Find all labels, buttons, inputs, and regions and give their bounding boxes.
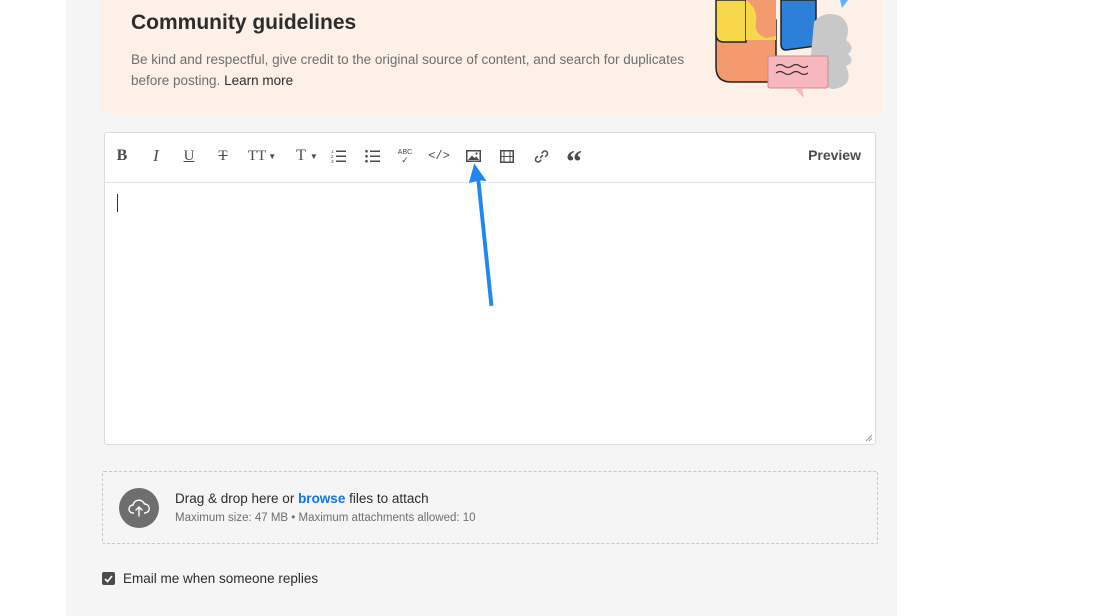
video-icon xyxy=(500,149,514,163)
community-guidelines-banner: Community guidelines Be kind and respect… xyxy=(101,0,882,113)
chevron-down-icon: ▼ xyxy=(268,151,277,161)
italic-button[interactable]: I xyxy=(147,143,165,169)
link-icon xyxy=(534,149,548,163)
numbered-list-icon: 123 xyxy=(331,149,346,163)
numbered-list-button[interactable]: 123 xyxy=(330,143,346,169)
editor-text-area[interactable] xyxy=(105,183,875,444)
quote-button[interactable]: “ xyxy=(564,143,584,177)
text-cursor xyxy=(117,194,118,212)
quote-icon: “ xyxy=(566,143,582,179)
text-format-button[interactable]: T ▼ xyxy=(291,143,323,169)
chevron-down-icon: ▼ xyxy=(309,151,318,161)
font-size-icon: TT xyxy=(247,147,267,164)
underline-button[interactable]: U xyxy=(180,143,198,169)
code-button[interactable]: </> xyxy=(428,143,450,169)
italic-icon: I xyxy=(153,146,159,165)
svg-text:3: 3 xyxy=(331,159,334,163)
email-notification-option: Email me when someone replies xyxy=(102,571,318,586)
attachment-limits: Maximum size: 47 MB • Maximum attachment… xyxy=(175,512,476,524)
checkmark-icon xyxy=(104,574,113,583)
strikethrough-icon: T xyxy=(218,147,228,164)
resize-handle-icon[interactable] xyxy=(865,434,873,442)
insert-image-button[interactable] xyxy=(465,143,481,169)
email-notification-checkbox[interactable] xyxy=(102,572,115,585)
rich-text-editor: B I U T TT ▼ T ▼ 123 ABC ✓ </> “ Preview xyxy=(104,132,876,445)
dropzone-text-before: Drag & drop here or xyxy=(175,491,299,506)
font-size-button[interactable]: TT ▼ xyxy=(247,143,277,169)
code-icon: </> xyxy=(428,149,450,163)
editor-toolbar: B I U T TT ▼ T ▼ 123 ABC ✓ </> “ Preview xyxy=(105,133,875,183)
insert-link-button[interactable] xyxy=(532,143,550,169)
attachment-dropzone[interactable]: Drag & drop here or browse files to atta… xyxy=(102,471,878,544)
dropzone-instructions: Drag & drop here or browse files to atta… xyxy=(175,491,429,506)
bullet-list-icon xyxy=(364,149,380,163)
browse-link[interactable]: browse xyxy=(298,491,345,506)
spellcheck-icon: ABC ✓ xyxy=(398,149,412,165)
strikethrough-button[interactable]: T xyxy=(214,143,232,169)
bold-icon: B xyxy=(116,147,128,164)
cloud-upload-icon xyxy=(128,499,150,517)
guidelines-title: Community guidelines xyxy=(131,11,357,34)
image-icon xyxy=(465,150,481,162)
upload-button[interactable] xyxy=(119,488,159,528)
guidelines-body: Be kind and respectful, give credit to t… xyxy=(131,52,685,88)
underline-icon: U xyxy=(183,147,195,164)
email-notification-label: Email me when someone replies xyxy=(123,571,319,586)
text-format-icon: T xyxy=(296,147,306,164)
bullet-list-button[interactable] xyxy=(364,143,380,169)
learn-more-link[interactable]: Learn more xyxy=(224,73,293,88)
guidelines-text: Be kind and respectful, give credit to t… xyxy=(131,49,711,91)
community-illustration-icon xyxy=(715,0,852,98)
spellcheck-button[interactable]: ABC ✓ xyxy=(396,143,414,169)
preview-button[interactable]: Preview xyxy=(808,147,861,163)
checkmark-icon: ✓ xyxy=(401,154,409,165)
dropzone-text-after: files to attach xyxy=(345,491,429,506)
bold-button[interactable]: B xyxy=(113,143,131,169)
insert-video-button[interactable] xyxy=(499,143,515,169)
